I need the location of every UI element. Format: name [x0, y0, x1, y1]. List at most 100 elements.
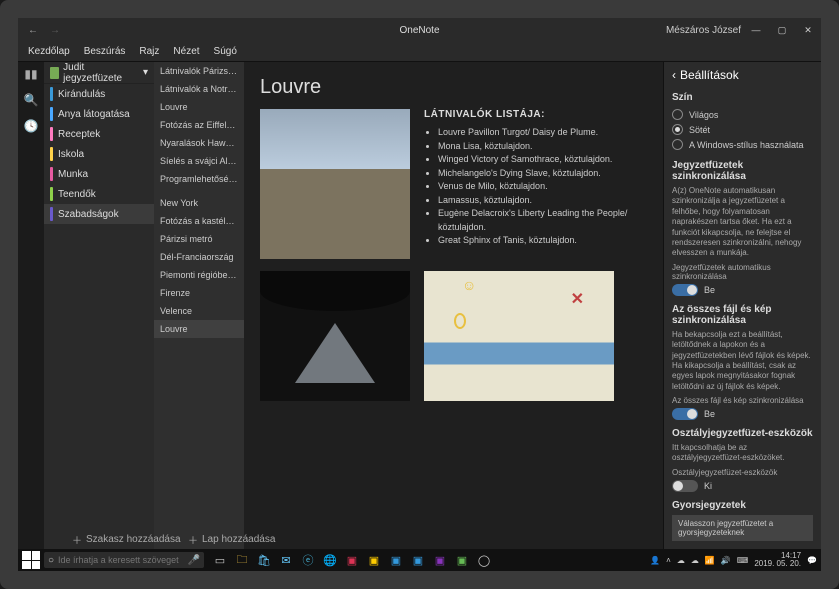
- outlook-icon[interactable]: ▣: [388, 552, 404, 568]
- recent-icon[interactable]: 🕓: [23, 118, 39, 134]
- chrome-icon[interactable]: 🌐: [322, 552, 338, 568]
- radio-light[interactable]: Világos: [672, 107, 813, 122]
- minimize-button[interactable]: —: [743, 18, 769, 42]
- class-state: Ki: [704, 481, 712, 491]
- image-louvre-pyramid[interactable]: [260, 271, 410, 401]
- notebook-icon: [50, 67, 59, 79]
- section-tab[interactable]: Munka: [44, 164, 154, 184]
- search-icon[interactable]: 🔍: [23, 92, 39, 108]
- add-page-button[interactable]: ＋Lap hozzáadása: [180, 528, 283, 551]
- notebook-picker[interactable]: Judit jegyzetfüzete ▾: [44, 62, 154, 84]
- music-icon[interactable]: ▣: [366, 552, 382, 568]
- search-input[interactable]: [58, 555, 184, 565]
- tray-onedrive-icon[interactable]: ☁: [691, 556, 699, 565]
- edge-icon[interactable]: ⓔ: [300, 552, 316, 568]
- close-button[interactable]: ✕: [795, 18, 821, 42]
- tab-draw[interactable]: Rajz: [139, 46, 159, 57]
- back-button[interactable]: ←: [26, 23, 40, 37]
- tab-insert[interactable]: Beszúrás: [84, 46, 126, 57]
- page-item[interactable]: Dél-Franciaország: [154, 248, 244, 266]
- teams-icon[interactable]: ▣: [454, 552, 470, 568]
- app-title: OneNote: [399, 25, 439, 36]
- section-tab[interactable]: Receptek: [44, 124, 154, 144]
- tray-clock[interactable]: 14:17 2019. 05. 20.: [754, 552, 801, 568]
- page-list: Látnivalók PárizsbanLátnivalók a Notre…L…: [154, 62, 244, 571]
- attractions-block[interactable]: LÁTNIVALÓK LISTÁJA: Louvre Pavillon Turg…: [424, 109, 647, 259]
- user-name[interactable]: Mészáros József: [666, 25, 741, 36]
- section-tab[interactable]: Anya látogatása: [44, 104, 154, 124]
- tab-home[interactable]: Kezdőlap: [28, 46, 70, 57]
- page-item[interactable]: Louvre: [154, 320, 244, 338]
- toggle-files[interactable]: [672, 408, 698, 420]
- taskbar: ○ 🎤 ▭ 🗀 🛍 ✉ ⓔ 🌐 ▣ ▣ ▣ ▣ ▣ ▣ ◯ 👤 ˄ ☁ ☁ 📶 …: [18, 549, 821, 571]
- page-item[interactable]: Síelés a svájci Alpokban: [154, 152, 244, 170]
- mail-icon[interactable]: ✉: [278, 552, 294, 568]
- list-item: Mona Lisa, köztulajdon.: [438, 140, 647, 154]
- tab-help[interactable]: Súgó: [214, 46, 237, 57]
- app-icon[interactable]: ◯: [476, 552, 492, 568]
- page-item[interactable]: Programlehetőségek P…: [154, 170, 244, 188]
- section-label: Kirándulás: [58, 89, 105, 100]
- page-item[interactable]: Firenze: [154, 284, 244, 302]
- page-title[interactable]: Louvre: [260, 76, 647, 99]
- add-section-button[interactable]: ＋Szakasz hozzáadása: [64, 528, 189, 551]
- toggle-auto-sync[interactable]: [672, 284, 698, 296]
- section-color-swatch: [50, 107, 53, 121]
- start-button[interactable]: [22, 551, 40, 569]
- list-item: Great Sphinx of Tanis, köztulajdon.: [438, 234, 647, 248]
- section-tab[interactable]: Kirándulás: [44, 84, 154, 104]
- page-canvas[interactable]: Louvre LÁTNIVALÓK LISTÁJA: Louvre Pavill…: [244, 62, 663, 571]
- tray-cloud-icon[interactable]: ☁: [677, 556, 685, 565]
- tray-volume-icon[interactable]: 🔊: [721, 556, 731, 565]
- settings-header[interactable]: ‹ Beállítások: [672, 68, 813, 82]
- page-item[interactable]: Fotózás a kastélyban: [154, 212, 244, 230]
- section-tab[interactable]: Iskola: [44, 144, 154, 164]
- store-icon[interactable]: 🛍: [256, 552, 272, 568]
- page-item[interactable]: New York: [154, 194, 244, 212]
- group-quicknotes: Gyorsjegyzetek: [672, 500, 813, 511]
- back-icon[interactable]: ‹: [672, 68, 676, 82]
- tray-up-icon[interactable]: ˄: [666, 556, 671, 565]
- list-heading: LÁTNIVALÓK LISTÁJA:: [424, 109, 647, 120]
- mic-icon[interactable]: 🎤: [188, 555, 200, 566]
- tab-view[interactable]: Nézet: [173, 46, 199, 57]
- explorer-icon[interactable]: 🗀: [234, 552, 250, 568]
- title-bar: ← → OneNote Mészáros József — ▢ ✕: [18, 18, 821, 42]
- page-item[interactable]: Nyaralások Hawaii-on: [154, 134, 244, 152]
- onenote-icon[interactable]: ▣: [432, 552, 448, 568]
- tray-notifications-icon[interactable]: 💬: [807, 556, 817, 565]
- powerpoint-icon[interactable]: ▣: [344, 552, 360, 568]
- forward-button[interactable]: →: [48, 23, 62, 37]
- radio-windows[interactable]: A Windows-stílus használata: [672, 137, 813, 152]
- page-item[interactable]: Fotózás az Eiffel-toron…: [154, 116, 244, 134]
- tray-lang-icon[interactable]: ⌨: [737, 556, 749, 565]
- taskbar-search[interactable]: ○ 🎤: [44, 552, 204, 568]
- quicknotes-select[interactable]: Válasszon jegyzetfüzetet a gyorsjegyzete…: [672, 515, 813, 541]
- page-item[interactable]: Piemonti régióbeli bor…: [154, 266, 244, 284]
- page-item[interactable]: Látnivalók Párizsban: [154, 62, 244, 80]
- gallery-icon[interactable]: ▣: [410, 552, 426, 568]
- radio-dark[interactable]: Sötét: [672, 122, 813, 137]
- tray-people-icon[interactable]: 👤: [650, 556, 660, 565]
- auto-sync-label: Jegyzetfüzetek automatikus szinkronizálá…: [672, 263, 813, 281]
- image-louvre-exterior[interactable]: [260, 109, 410, 259]
- class-desc: Itt kapcsolhatja be az osztályjegyzetfüz…: [672, 443, 813, 464]
- page-item[interactable]: Louvre: [154, 98, 244, 116]
- plus-icon: ＋: [188, 532, 198, 547]
- toggle-class[interactable]: [672, 480, 698, 492]
- page-item[interactable]: Párizsi metró: [154, 230, 244, 248]
- section-tab[interactable]: Teendők: [44, 184, 154, 204]
- notebooks-icon[interactable]: ▮▮: [23, 66, 39, 82]
- section-tab[interactable]: Szabadságok: [44, 204, 154, 224]
- settings-panel: ‹ Beállítások Szín Világos Sötét A Windo…: [663, 62, 821, 571]
- section-label: Munka: [58, 169, 88, 180]
- page-item[interactable]: Velence: [154, 302, 244, 320]
- maximize-button[interactable]: ▢: [769, 18, 795, 42]
- ink-smile: ☺: [462, 277, 476, 293]
- chevron-down-icon: ▾: [143, 67, 148, 78]
- page-item[interactable]: Látnivalók a Notre…: [154, 80, 244, 98]
- tray-wifi-icon[interactable]: 📶: [705, 556, 715, 565]
- task-view-icon[interactable]: ▭: [212, 552, 228, 568]
- section-color-swatch: [50, 207, 53, 221]
- image-map[interactable]: ☺ ✕: [424, 271, 614, 401]
